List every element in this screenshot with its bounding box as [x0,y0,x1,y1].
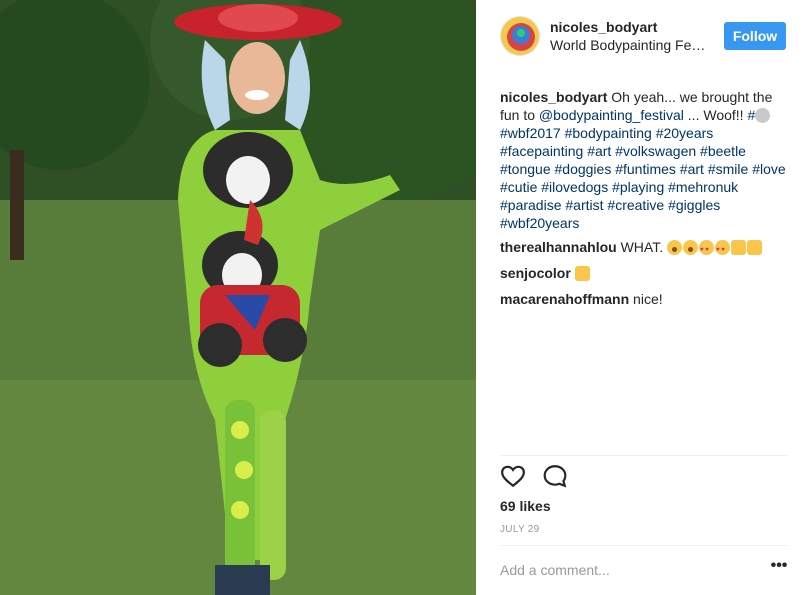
comment-author[interactable]: macarenahoffmann [500,291,629,307]
post-date[interactable]: JULY 29 [500,524,540,535]
comment-author[interactable]: senjocolor [500,265,571,281]
hashtag-link[interactable]: #funtimes [615,161,676,177]
author-username[interactable]: nicoles_bodyart [550,19,710,36]
post-location[interactable]: World Bodypainting Festival [550,36,710,54]
hashtag-link[interactable]: #paradise [500,197,562,213]
hashtag-link[interactable]: #tongue [500,161,551,177]
hashtag-link[interactable]: #wbf20years [500,215,579,231]
comments-section: nicoles_bodyart Oh yeah... we brought th… [500,88,790,316]
speech-bubble-icon[interactable] [542,463,568,489]
comment-text: WHAT. [620,239,664,255]
comment-item: macarenahoffmann nice! [500,290,790,308]
caption-hash-lead[interactable]: # [747,107,755,123]
heart-outline-icon[interactable] [500,463,526,489]
post-actions [500,463,584,489]
divider [500,455,787,456]
dog-emoji-icon [755,108,771,123]
hashtag-link[interactable]: #20years [656,125,714,141]
hashtag-link[interactable]: #ilovedogs [541,179,608,195]
caption-text-end: ... Woof!! [687,107,744,123]
add-comment-input[interactable] [500,558,750,582]
divider [500,545,787,546]
comment-author[interactable]: therealhannahlou [500,239,617,255]
likes-count[interactable]: 69 likes [500,498,551,514]
hashtag-link[interactable]: #beetle [700,143,746,159]
comment-item: senjocolor [500,264,790,282]
hashtag-link[interactable]: #wbf2017 [500,125,561,141]
author-info: nicoles_bodyart World Bodypainting Festi… [550,19,710,54]
bodypaint-photo-illustration [0,0,476,595]
author-avatar[interactable] [500,16,540,56]
comment-item: therealhannahlou WHAT. [500,238,790,259]
hashtag-link[interactable]: #smile [708,161,748,177]
hashtag-link[interactable]: #mehronuk [668,179,738,195]
hashtag-link[interactable]: #art [587,143,611,159]
hashtag-link[interactable]: #art [680,161,704,177]
avatar-image [501,17,539,55]
post-sidebar: nicoles_bodyart World Bodypainting Festi… [476,0,811,595]
hashtag-link[interactable]: #giggles [668,197,720,213]
hashtag-link[interactable]: #volkswagen [615,143,696,159]
reaction-emojis-icon [666,240,763,259]
hashtag-link[interactable]: #doggies [555,161,612,177]
follow-button[interactable]: Follow [724,22,786,50]
thumbs-up-icon [574,266,591,281]
caption-mention-link[interactable]: @bodypainting_festival [539,107,684,123]
hashtag-link[interactable]: #playing [612,179,664,195]
hashtag-link[interactable]: #cutie [500,179,537,195]
caption-hashtags: #wbf2017 #bodypainting #20years #facepai… [500,125,786,231]
hashtag-link[interactable]: #facepainting [500,143,583,159]
hashtag-link[interactable]: #bodypainting [565,125,652,141]
hashtag-link[interactable]: #artist [565,197,603,213]
more-options-ellipsis-icon[interactable]: ••• [770,558,788,579]
hashtag-link[interactable]: #love [752,161,785,177]
post-caption: nicoles_bodyart Oh yeah... we brought th… [500,88,790,232]
caption-author[interactable]: nicoles_bodyart [500,89,607,105]
post-photo[interactable] [0,0,476,595]
instagram-post: nicoles_bodyart World Bodypainting Festi… [0,0,811,595]
comment-text: nice! [633,291,663,307]
hashtag-link[interactable]: #creative [607,197,664,213]
